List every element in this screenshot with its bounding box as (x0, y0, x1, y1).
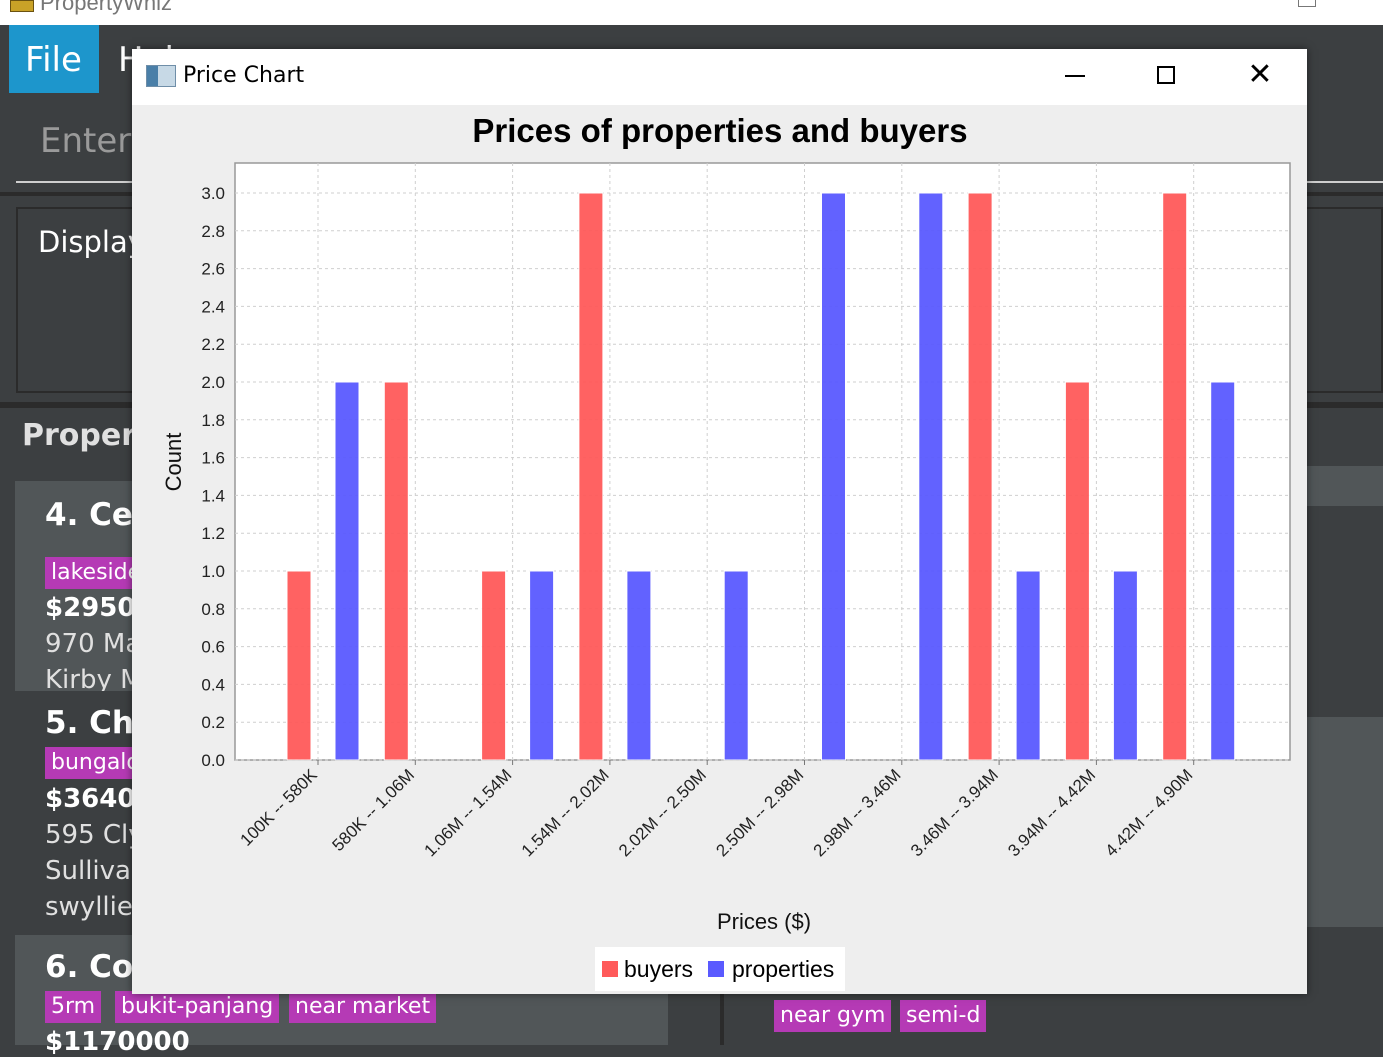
x-tick-label: 580K -- 1.06M (329, 765, 419, 855)
bar-buyers (481, 570, 507, 761)
x-tick-label: 2.98M -- 3.46M (810, 765, 905, 860)
property-title: 5. Ch (45, 705, 134, 741)
property-seller: Sullivar (45, 856, 142, 886)
y-tick-label: 1.8 (201, 411, 225, 430)
x-tick-label: 2.02M -- 2.50M (615, 765, 710, 860)
legend: buyers properties (595, 947, 845, 991)
y-axis: 0.0 0.2 0.4 0.6 0.8 1.0 1.2 1.4 1.6 1.8 2.0 2.2 2.4 2… (201, 184, 225, 770)
x-tick-label: 100K -- 580K (237, 765, 322, 850)
chart-title: Prices of properties and buyers (472, 112, 967, 149)
y-tick-label: 1.2 (201, 524, 225, 543)
restore-icon[interactable] (1298, 0, 1316, 7)
x-tick-label: 1.06M -- 1.54M (420, 765, 515, 860)
result-text: Display (38, 225, 145, 259)
x-tick-label: 1.54M -- 2.02M (518, 765, 613, 860)
x-tick-label: 4.42M -- 4.90M (1102, 765, 1197, 860)
y-axis-title: Count (161, 433, 186, 492)
property-tag: 5rm (45, 991, 102, 1023)
x-axis: 100K -- 580K 580K -- 1.06M 1.06M -- 1.54M 1… (237, 760, 1197, 860)
y-tick-label: 0.4 (201, 675, 225, 694)
x-tick-label: 3.46M -- 3.94M (907, 765, 1002, 860)
bar-properties (821, 192, 846, 761)
y-tick-label: 1.0 (201, 562, 225, 581)
command-input[interactable]: Enter (40, 121, 131, 161)
y-tick-label: 0.2 (201, 713, 225, 732)
app-title: PropertyWhiz (40, 0, 173, 15)
menu-file[interactable]: File (9, 25, 99, 93)
y-tick-label: 2.6 (201, 260, 225, 279)
bar-properties (723, 570, 749, 761)
y-tick-label: 2.0 (201, 373, 225, 392)
bar-properties (334, 381, 360, 761)
y-tick-label: 2.8 (201, 222, 225, 241)
y-tick-label: 0.0 (201, 751, 225, 770)
app-titlebar: PropertyWhiz (0, 0, 1383, 25)
y-tick-label: 3.0 (201, 184, 225, 203)
bar-properties (1015, 570, 1041, 761)
x-tick-label: 2.50M -- 2.98M (712, 765, 807, 860)
x-tick-label: 3.94M -- 4.42M (1004, 765, 1099, 860)
bar-properties (918, 192, 944, 761)
app-icon (10, 0, 34, 12)
bar-buyers (967, 192, 993, 761)
chart-window-icon (146, 65, 176, 87)
close-icon[interactable]: ✕ (1246, 60, 1274, 90)
legend-label-buyers: buyers (624, 956, 693, 982)
property-tag: bungalo (45, 747, 146, 779)
bar-buyers (286, 570, 312, 761)
y-tick-label: 1.4 (201, 486, 225, 505)
dialog-title: Price Chart (183, 63, 305, 88)
y-tick-label: 2.2 (201, 335, 225, 354)
bar-properties (1210, 381, 1236, 761)
property-price: $1170000 (45, 1027, 190, 1057)
property-title: 6. Co (45, 949, 134, 985)
y-tick-label: 1.6 (201, 449, 225, 468)
maximize-icon[interactable] (1157, 66, 1175, 84)
property-title: 4. Ce (45, 497, 133, 533)
bar-properties (529, 570, 555, 761)
legend-swatch-properties (708, 961, 724, 977)
buyer-tag: semi-d (900, 1000, 987, 1032)
price-chart-dialog: Price Chart ✕ Prices of properties and b… (132, 49, 1307, 994)
bar-properties (626, 570, 652, 761)
property-tag: near market (289, 991, 437, 1023)
bar-properties (1112, 570, 1138, 761)
y-tick-label: 2.4 (201, 297, 225, 316)
x-axis-title: Prices ($) (717, 909, 811, 934)
property-address: 595 Cly (45, 820, 144, 850)
legend-label-properties: properties (732, 956, 834, 982)
bar-buyers (383, 381, 409, 761)
property-tag: bukit-panjang (115, 991, 280, 1023)
bar-buyers (578, 192, 604, 761)
legend-swatch-buyers (602, 961, 618, 977)
y-tick-label: 0.6 (201, 638, 225, 657)
dialog-titlebar[interactable]: Price Chart ✕ (132, 49, 1307, 105)
bar-buyers (1064, 381, 1090, 761)
buyer-tag: near gym (774, 1000, 892, 1032)
property-address: 970 Ma (45, 629, 142, 659)
bar-buyers (1162, 192, 1188, 761)
price-chart: Prices of properties and buyers 0.00.20.… (161, 112, 1291, 991)
y-tick-label: 0.8 (201, 600, 225, 619)
minimize-icon[interactable] (1065, 75, 1085, 77)
